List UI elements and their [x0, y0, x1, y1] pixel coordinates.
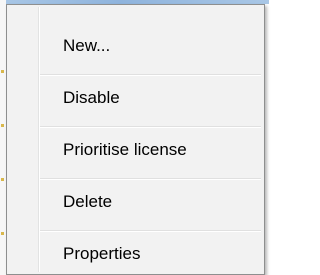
menu-separator — [40, 178, 261, 180]
background-marker — [1, 124, 4, 127]
menu-item-new[interactable]: New... — [9, 25, 262, 65]
background-marker — [1, 232, 4, 235]
menu-separator — [40, 230, 261, 232]
menu-item-label: Prioritise license — [63, 139, 187, 159]
menu-item-prioritise-license[interactable]: Prioritise license — [9, 129, 262, 169]
menu-item-disable[interactable]: Disable — [9, 77, 262, 117]
menu-separator — [40, 126, 261, 128]
menu-item-label: Delete — [63, 191, 113, 211]
menu-separator — [40, 74, 261, 76]
context-menu: New... Disable Prioritise license Delete… — [6, 4, 265, 275]
menu-item-delete[interactable]: Delete — [9, 181, 262, 221]
background-marker — [1, 70, 4, 73]
background-marker — [1, 178, 4, 181]
screenshot-stage: New... Disable Prioritise license Delete… — [0, 0, 269, 275]
menu-item-label: Disable — [63, 87, 120, 107]
menu-item-label: New... — [63, 35, 111, 55]
menu-item-label: Properties — [63, 243, 141, 263]
menu-item-properties[interactable]: Properties — [9, 233, 262, 273]
